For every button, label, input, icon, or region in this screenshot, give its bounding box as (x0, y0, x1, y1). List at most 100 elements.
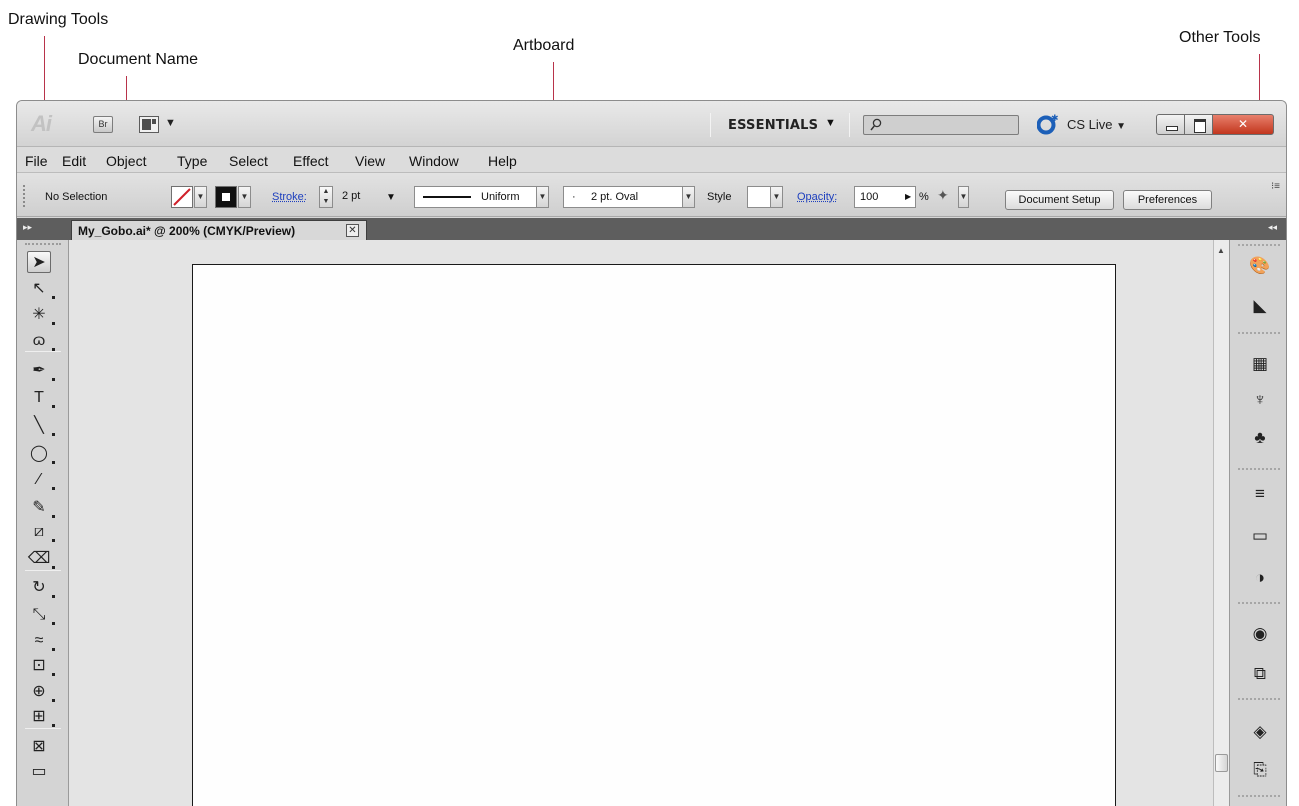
panel-grip[interactable] (1238, 244, 1280, 247)
collapse-tools-icon[interactable]: ▸▸ (23, 222, 32, 233)
workspace-switcher[interactable]: ESSENTIALS (728, 118, 818, 133)
transparency-panel-icon[interactable]: ◑ (1248, 566, 1272, 590)
menu-select[interactable]: Select (229, 153, 268, 169)
menu-help[interactable]: Help (488, 153, 517, 169)
chevron-down-icon[interactable]: ▼ (386, 192, 396, 203)
bridge-button[interactable]: Br (93, 116, 113, 133)
appearance-panel-icon[interactable]: ◉ (1248, 622, 1272, 646)
control-bar-grip[interactable] (23, 185, 27, 207)
artboard[interactable] (192, 264, 1116, 806)
graphic-styles-panel-icon[interactable]: ⧉ (1248, 662, 1272, 686)
canvas[interactable] (69, 240, 1229, 806)
callout-document-name: Document Name (78, 51, 199, 68)
flyout-indicator (52, 322, 55, 325)
warp-tool-icon[interactable]: ≈ (27, 630, 55, 652)
document-name: My_Gobo.ai* @ 200% (CMYK/Preview) (78, 224, 296, 238)
menu-effect[interactable]: Effect (293, 153, 329, 169)
stroke-panel-link[interactable]: Stroke: (272, 191, 307, 203)
direct-selection-tool-icon[interactable]: ↖ (27, 278, 55, 300)
stroke-dropdown[interactable]: ▼ (238, 186, 251, 208)
maximize-button[interactable] (1184, 114, 1213, 135)
flyout-indicator (52, 648, 55, 651)
variable-width-profile[interactable]: Uniform (414, 186, 537, 208)
stroke-swatch[interactable] (215, 186, 237, 208)
perspective-grid-tool-icon[interactable]: ⊞ (27, 706, 55, 728)
artboards-panel-icon[interactable]: ⎘ (1248, 758, 1272, 782)
appbar-divider (849, 113, 850, 137)
callout-other-tools: Other Tools (1179, 29, 1261, 46)
flyout-indicator (52, 539, 55, 542)
vertical-scrollbar[interactable]: ▲ (1213, 240, 1229, 806)
cs-live-icon[interactable]: ✱ (1037, 113, 1059, 135)
eraser-tool-icon[interactable]: ⌫ (27, 548, 55, 570)
opacity-field[interactable]: 100 ▶ (854, 186, 916, 208)
menu-window[interactable]: Window (409, 153, 459, 169)
minimize-button[interactable] (1156, 114, 1185, 135)
color-panel-icon[interactable]: 🎨 (1248, 254, 1272, 278)
flyout-indicator (52, 566, 55, 569)
swatches-panel-icon[interactable]: ▦ (1248, 352, 1272, 376)
pen-tool-icon[interactable]: ✒ (27, 360, 55, 382)
collapse-panels-icon[interactable]: ◂◂ (1268, 222, 1277, 233)
gradient-tool-icon[interactable]: ▭ (27, 761, 51, 783)
menu-view[interactable]: View (355, 153, 385, 169)
line-segment-tool-icon[interactable]: ╲ (27, 415, 55, 437)
shape-builder-tool-icon[interactable]: ⊕ (27, 681, 55, 703)
document-setup-button[interactable]: Document Setup (1005, 190, 1114, 210)
brush-dropdown[interactable]: ▼ (682, 186, 695, 208)
recolor-artwork-icon[interactable]: ✦ (937, 187, 957, 207)
rotate-tool-icon[interactable]: ↻ (27, 577, 55, 599)
arrange-documents-button[interactable]: ▼ (139, 116, 179, 133)
cs-live-menu[interactable]: CS Live ▼ (1067, 117, 1126, 132)
flyout-indicator (52, 487, 55, 490)
paintbrush-tool-icon[interactable]: ⁄ (27, 469, 55, 491)
fill-dropdown[interactable]: ▼ (194, 186, 207, 208)
blob-brush-tool-icon[interactable]: ⧄ (27, 521, 55, 543)
document-tab-strip: ▸▸ My_Gobo.ai* @ 200% (CMYK/Preview) ✕ ◂… (17, 218, 1286, 240)
close-icon[interactable]: ✕ (346, 224, 359, 237)
application-bar: Ai Br ▼ ESSENTIALS ▼ ✱ CS Live ▼ ✕ (17, 101, 1286, 147)
brush-definition[interactable]: · 2 pt. Oval (563, 186, 683, 208)
graphic-style-swatch[interactable] (747, 186, 771, 208)
profile-dropdown[interactable]: ▼ (536, 186, 549, 208)
close-button[interactable]: ✕ (1212, 114, 1274, 135)
preferences-button[interactable]: Preferences (1123, 190, 1212, 210)
stroke-weight-stepper[interactable]: ▲ ▼ (319, 186, 333, 208)
mesh-tool-icon[interactable]: ⊠ (27, 736, 51, 758)
fill-swatch[interactable] (171, 186, 193, 208)
chevron-down-icon: ▼ (165, 117, 176, 129)
color-guide-panel-icon[interactable]: ◣ (1248, 294, 1272, 318)
stroke-panel-icon[interactable]: ≡ (1248, 482, 1272, 506)
type-tool-icon[interactable]: T (27, 387, 55, 409)
selection-tool-icon[interactable]: ➤ (27, 251, 51, 273)
brush-label: 2 pt. Oval (591, 191, 639, 203)
menu-type[interactable]: Type (177, 153, 207, 169)
menu-bar: File Edit Object Type Select Effect View… (17, 147, 1286, 173)
lasso-tool-icon[interactable]: ɷ (27, 330, 55, 352)
layers-panel-icon[interactable]: ◈ (1248, 720, 1272, 744)
free-transform-tool-icon[interactable]: ⊡ (27, 655, 55, 677)
chevron-right-icon[interactable]: ▶ (905, 187, 911, 207)
symbols-panel-icon[interactable]: ♣ (1248, 426, 1272, 450)
ellipse-tool-icon[interactable]: ◯ (27, 443, 55, 465)
scrollbar-thumb[interactable] (1215, 754, 1228, 772)
menu-object[interactable]: Object (106, 153, 146, 169)
document-tab[interactable]: My_Gobo.ai* @ 200% (CMYK/Preview) ✕ (71, 220, 367, 240)
scroll-up-icon[interactable]: ▲ (1217, 246, 1225, 255)
search-input[interactable] (863, 115, 1019, 135)
opacity-panel-link[interactable]: Opacity: (797, 191, 837, 203)
menu-file[interactable]: File (25, 153, 48, 169)
panel-grip[interactable] (25, 243, 61, 246)
menu-edit[interactable]: Edit (62, 153, 86, 169)
gradient-panel-icon[interactable]: ▭ (1248, 524, 1272, 548)
panel-group-divider (1238, 468, 1280, 471)
pencil-tool-icon[interactable]: ✎ (27, 497, 55, 519)
recolor-dropdown[interactable]: ▼ (958, 186, 969, 208)
scale-tool-icon[interactable]: ⤡ (27, 604, 55, 626)
brushes-panel-icon[interactable]: ♆ (1248, 388, 1272, 412)
magic-wand-tool-icon[interactable]: ✳ (27, 304, 55, 326)
graphic-style-dropdown[interactable]: ▼ (770, 186, 783, 208)
style-label: Style (707, 191, 732, 203)
panel-menu-icon[interactable]: ⁝≡ (1271, 181, 1280, 192)
chevron-down-icon[interactable]: ▼ (825, 117, 836, 129)
